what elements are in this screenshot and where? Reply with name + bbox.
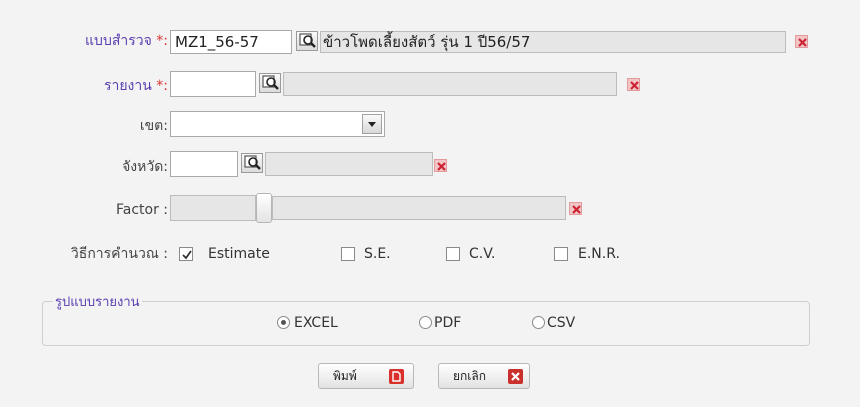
province-label: จังหวัด:: [122, 159, 168, 175]
survey-code-value: MZ1_56-57: [175, 33, 259, 51]
clear-x-icon: [798, 38, 807, 47]
survey-clear-button[interactable]: [795, 35, 808, 48]
province-lookup-button[interactable]: [241, 153, 263, 173]
factor-clear-button[interactable]: [569, 202, 582, 215]
method-estimate-checkbox[interactable]: [179, 247, 193, 261]
survey-code-input[interactable]: MZ1_56-57: [170, 30, 292, 54]
zone-dropdown-button[interactable]: [362, 114, 382, 134]
clear-x-icon: [572, 205, 581, 214]
magnifier-icon: [262, 75, 279, 90]
print-button-label: พิมพ์: [333, 369, 357, 383]
province-clear-button[interactable]: [434, 159, 447, 172]
method-enr-label[interactable]: E.N.R.: [578, 245, 620, 263]
factor-label: Factor :: [115, 202, 168, 218]
format-excel-label[interactable]: EXCEL: [294, 314, 338, 332]
magnifier-icon: [244, 155, 261, 170]
method-cv-checkbox[interactable]: [446, 247, 460, 261]
province-code-input[interactable]: [170, 151, 238, 177]
report-description-field: [283, 72, 617, 96]
survey-required-mark: *:: [156, 33, 168, 49]
close-icon: [508, 369, 523, 384]
survey-label: แบบสำรวจ *:: [20, 32, 168, 50]
radio-selected-dot: [281, 320, 286, 325]
factor-slider-handle[interactable]: [256, 193, 272, 223]
zone-label: เขต:: [139, 118, 168, 134]
zone-select[interactable]: [170, 111, 385, 137]
survey-label-text: แบบสำรวจ: [85, 33, 152, 49]
method-cv-label[interactable]: C.V.: [469, 245, 495, 263]
survey-description-value: ข้าวโพดเลี้ยงสัตว์ รุ่น 1 ปี56/57: [323, 33, 531, 51]
cancel-button-label: ยกเลิก: [453, 369, 487, 383]
report-clear-button[interactable]: [627, 78, 640, 91]
format-pdf-radio[interactable]: [419, 316, 432, 329]
checkmark-icon: [182, 250, 192, 260]
survey-lookup-button[interactable]: [296, 31, 318, 51]
print-button[interactable]: พิมพ์: [318, 363, 414, 389]
report-format-legend: รูปแบบรายงาน: [55, 295, 140, 310]
report-label: รายงาน *:: [20, 77, 168, 95]
report-lookup-button[interactable]: [259, 73, 281, 93]
report-required-mark: *:: [156, 78, 168, 94]
format-csv-label[interactable]: CSV: [547, 314, 575, 332]
province-description-field: [265, 152, 433, 176]
survey-description-field: ข้าวโพดเลี้ยงสัตว์ รุ่น 1 ปี56/57: [320, 31, 786, 53]
clear-x-icon: [630, 81, 639, 90]
method-estimate-label[interactable]: Estimate: [208, 245, 270, 263]
format-csv-radio[interactable]: [532, 316, 545, 329]
method-se-label[interactable]: S.E.: [364, 245, 391, 263]
format-pdf-label[interactable]: PDF: [434, 314, 461, 332]
report-label-text: รายงาน: [103, 78, 152, 94]
format-excel-radio[interactable]: [277, 316, 290, 329]
pdf-document-icon: [389, 369, 404, 384]
method-label: วิธีการคำนวณ :: [70, 246, 168, 262]
factor-description-field: [272, 196, 566, 220]
method-enr-checkbox[interactable]: [554, 247, 568, 261]
clear-x-icon: [437, 162, 446, 171]
method-se-checkbox[interactable]: [341, 247, 355, 261]
factor-input: [170, 195, 256, 221]
report-code-input[interactable]: [170, 71, 256, 97]
cancel-button[interactable]: ยกเลิก: [438, 363, 530, 389]
chevron-down-icon: [368, 122, 376, 127]
magnifier-icon: [299, 33, 316, 48]
